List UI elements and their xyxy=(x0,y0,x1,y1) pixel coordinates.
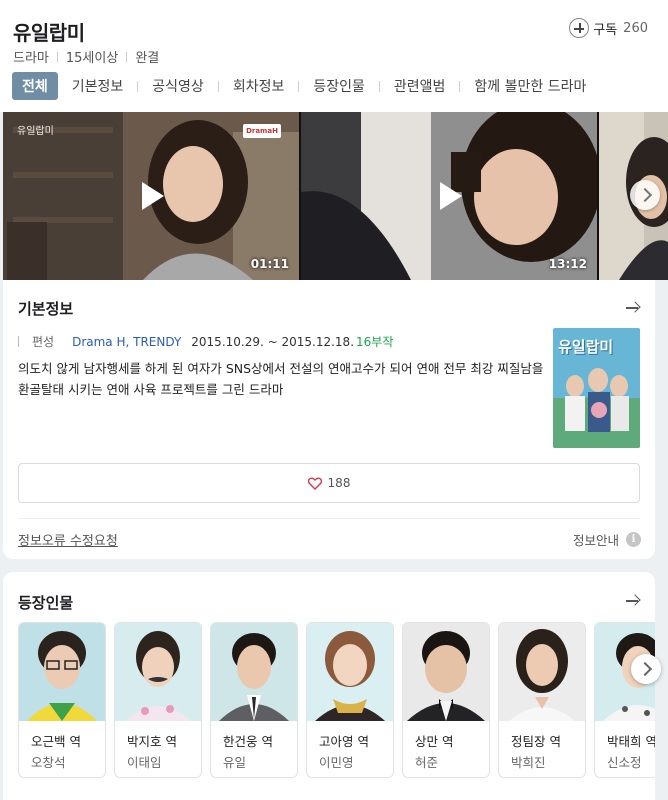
role-name: 상만 역 xyxy=(415,734,454,749)
channel-link[interactable]: Drama H, TRENDY xyxy=(72,335,181,349)
tab-label: 함께 볼만한 드라마 xyxy=(474,79,587,95)
status-text: 완결 xyxy=(135,51,160,66)
subscribe-label: 구독 xyxy=(593,22,618,38)
role-name: 정팀장 역 xyxy=(511,734,561,749)
divider xyxy=(18,518,640,519)
video-thumbnail[interactable]: 13:12 xyxy=(301,112,597,280)
tab-label: 회차정보 xyxy=(232,79,285,95)
tab-label: 기본정보 xyxy=(71,79,124,95)
role-name: 고아영 역 xyxy=(319,734,369,749)
info-icon: i xyxy=(626,532,641,547)
role-name: 오근백 역 xyxy=(31,734,81,749)
subscribe-count: 260 xyxy=(623,20,648,36)
rating-text: 15세이상 xyxy=(65,51,119,66)
section-title: 등장인물 xyxy=(18,594,74,612)
divider xyxy=(126,51,128,62)
cast-item[interactable]: 상만 역 허준 xyxy=(402,622,490,778)
actor-name: 오창석 xyxy=(31,755,66,770)
actor-photo xyxy=(403,623,489,721)
tab-albums[interactable]: 관련앨범 xyxy=(380,72,460,100)
actor-name: 박희진 xyxy=(511,755,546,770)
air-dates: 2015.10.29. ~ 2015.12.18. xyxy=(191,334,355,349)
info-guide-button[interactable]: 정보안내 i xyxy=(573,530,641,549)
synopsis: 의도치 않게 남자행세를 하게 된 여자가 SNS상에서 전설의 연애고수가 되… xyxy=(18,361,544,397)
actor-name: 허준 xyxy=(415,755,439,770)
tab-label: 등장인물 xyxy=(313,79,365,95)
tab-bar: 전체 기본정보 공식영상 회차정보 등장인물 관련앨범 함께 볼만한 드라마 xyxy=(12,72,600,100)
broadcast-label: 편성 xyxy=(32,335,55,349)
divider xyxy=(56,51,58,62)
tab-episodes[interactable]: 회차정보 xyxy=(219,72,299,100)
arrow-right-icon[interactable] xyxy=(626,301,640,315)
role-name: 박지호 역 xyxy=(127,734,177,749)
tab-official-video[interactable]: 공식영상 xyxy=(138,72,218,100)
broadcast-info: 편성 Drama H, TRENDY 2015.10.29. ~ 2015.12… xyxy=(18,333,393,350)
cast-item[interactable]: 정팀장 역 박희진 xyxy=(498,622,586,778)
info-guide-label: 정보안내 xyxy=(572,533,619,548)
tab-cast[interactable]: 등장인물 xyxy=(299,72,379,100)
play-icon xyxy=(440,182,462,210)
tab-all[interactable]: 전체 xyxy=(12,72,58,100)
role-name: 박태희 역 xyxy=(607,734,655,749)
cast-item[interactable]: 오근백 역 오창석 xyxy=(18,622,106,778)
genre-text: 드라마 xyxy=(13,51,49,66)
cast-list: 오근백 역 오창석 박지호 역 이태임 한건웅 역 유일 고아영 역 이민영 상… xyxy=(18,622,655,782)
tab-related-dramas[interactable]: 함께 볼만한 드라마 xyxy=(460,72,600,100)
role-name: 한건웅 역 xyxy=(223,734,273,749)
poster-image[interactable]: 유일랍미 xyxy=(553,328,640,448)
chevron-right-icon[interactable] xyxy=(630,180,660,210)
poster-title: 유일랍미 xyxy=(558,338,614,356)
report-error-link[interactable]: 정보오류 수정요청 xyxy=(18,530,118,549)
channel-logo: DramaH xyxy=(243,124,281,138)
cast-card: 등장인물 오근백 역 오창석 박지호 역 이태임 한건웅 역 유일 고아영 역 … xyxy=(3,572,661,800)
header: 유일랍미 드라마 15세이상 완결 구독 260 전체 기본정보 공식영상 회차… xyxy=(0,0,668,112)
chevron-right-icon[interactable] xyxy=(631,654,661,684)
like-button[interactable]: 188 xyxy=(18,463,640,503)
subscribe-button[interactable]: 구독 260 xyxy=(569,18,648,38)
actor-name: 이민영 xyxy=(319,755,354,770)
cast-item[interactable]: 박지호 역 이태임 xyxy=(114,622,202,778)
tab-label: 전체 xyxy=(22,79,48,95)
like-count: 188 xyxy=(327,476,351,490)
actor-photo xyxy=(211,623,297,721)
basic-info-card: 기본정보 편성 Drama H, TRENDY 2015.10.29. ~ 20… xyxy=(3,280,655,559)
cast-item[interactable]: 박태희 역 신소정 xyxy=(594,622,655,778)
divider xyxy=(18,336,19,347)
play-icon xyxy=(142,182,164,210)
plus-icon xyxy=(569,18,590,38)
heart-icon xyxy=(307,477,322,490)
section-title: 기본정보 xyxy=(18,300,74,318)
arrow-right-icon[interactable] xyxy=(626,594,640,608)
video-watermark: 유일랍미 xyxy=(17,126,54,137)
cast-item[interactable]: 한건웅 역 유일 xyxy=(210,622,298,778)
actor-photo xyxy=(19,623,105,721)
video-thumbnail[interactable]: 유일랍미 DramaH 01:11 xyxy=(3,112,299,280)
video-duration: 01:11 xyxy=(250,257,289,271)
actor-name: 신소정 xyxy=(607,755,642,770)
meta-line: 드라마 15세이상 완결 xyxy=(13,47,159,66)
tab-label: 공식영상 xyxy=(152,79,204,95)
video-strip: 유일랍미 DramaH 01:11 13:12 xyxy=(3,112,668,280)
tab-basic-info[interactable]: 기본정보 xyxy=(58,72,138,100)
page-title: 유일랍미 xyxy=(13,21,85,45)
episode-count: 16부작 xyxy=(356,335,394,349)
cast-item[interactable]: 고아영 역 이민영 xyxy=(306,622,394,778)
video-duration: 13:12 xyxy=(548,257,587,271)
actor-name: 이태임 xyxy=(127,755,162,770)
tab-label: 관련앨범 xyxy=(393,79,446,95)
actor-name: 유일 xyxy=(223,755,247,770)
actor-photo xyxy=(115,623,201,721)
actor-photo xyxy=(499,623,585,721)
actor-photo xyxy=(307,623,393,721)
